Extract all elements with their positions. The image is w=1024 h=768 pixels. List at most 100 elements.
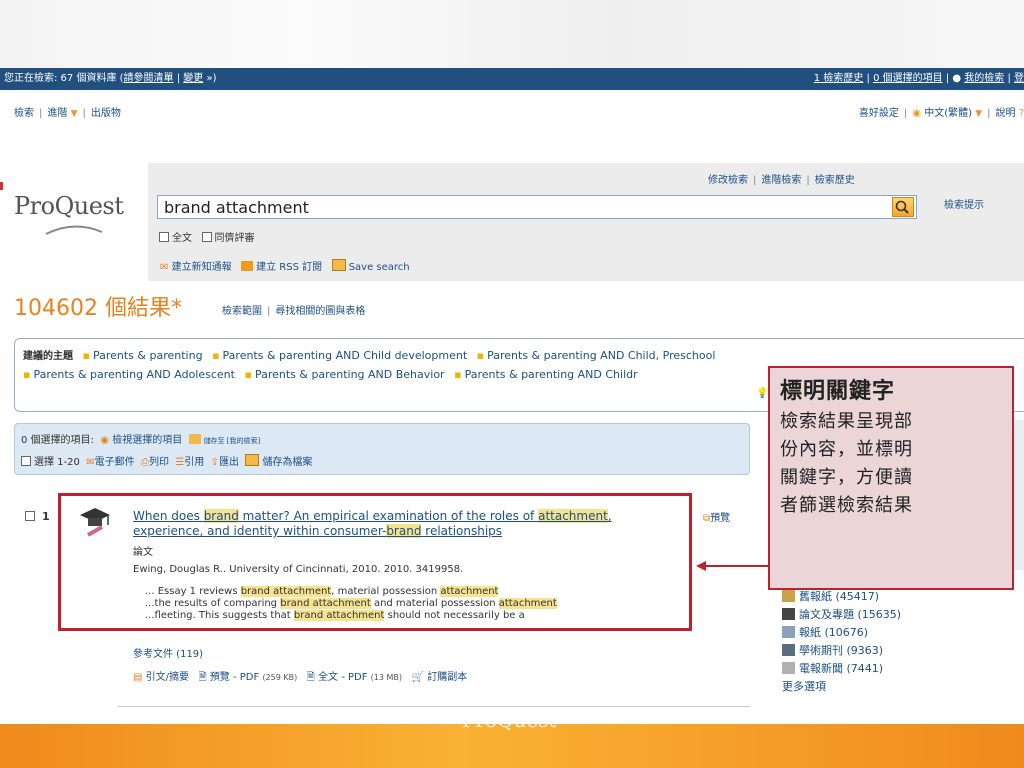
cite-icon: ☰ (175, 457, 185, 468)
logo-swoosh-icon (45, 225, 103, 235)
topic-link[interactable]: Parents & parenting AND Adolescent (33, 368, 235, 381)
language-select[interactable]: 中文(繁體) (924, 108, 972, 119)
topic-link[interactable]: Parents & parenting AND Behavior (255, 368, 445, 381)
advanced-search-link[interactable]: 進階檢索 (761, 175, 801, 186)
source-type-facets: 舊報紙 (45417) 論文及專題 (15635) 報紙 (10676) 學術期… (782, 588, 901, 696)
globe-icon: ◉ (912, 108, 922, 119)
search-tips-link[interactable]: 檢索提示 (944, 196, 984, 211)
save-search-link[interactable]: Save search (349, 262, 410, 273)
email-link[interactable]: 電子郵件 (95, 457, 135, 468)
annotation-frame (58, 493, 692, 631)
cite-link[interactable]: 引用 (184, 457, 204, 468)
citation-abstract-link[interactable]: 引文/摘要 (146, 672, 189, 683)
callout-line: 份內容，並標明 (780, 439, 913, 460)
topics-label: 建議的主題 (23, 351, 73, 362)
help-icon: ? (1018, 108, 1024, 119)
result-checkbox[interactable] (25, 511, 35, 521)
envelope-icon: ✉ (160, 262, 169, 273)
preferences-link[interactable]: 喜好設定 (859, 108, 899, 119)
eye-icon: ◉ (100, 435, 110, 446)
alert-links: ✉ 建立新知通報 建立 RSS 訂閱 Save search (160, 258, 410, 273)
user-icon: ● (952, 73, 962, 84)
top-status-bar: 您正在檢索: 67 個資料庫 (請參閱清單 | 變更 ») 1 檢索歷史 | 0… (0, 68, 1024, 90)
search-history-link[interactable]: 檢索歷史 (815, 175, 855, 186)
save-to-my-search-link[interactable]: 儲存至 [我的檢索] (204, 437, 261, 445)
top-right-links: 1 檢索歷史 | 0 個選擇的項目 | ● 我的檢索 | 登 (813, 73, 1024, 84)
change-databases-link[interactable]: 變更 (183, 73, 203, 84)
save-file-link[interactable]: 儲存為檔案 (262, 457, 312, 468)
save-icon (245, 454, 260, 466)
topic-link[interactable]: Parents & parenting AND Child developmen… (223, 349, 468, 362)
topic-link[interactable]: Parents & parenting (93, 349, 203, 362)
print-icon: ⎙ (140, 457, 149, 468)
my-search-link[interactable]: 我的檢索 (964, 73, 1004, 84)
order-copy-link[interactable]: 訂購副本 (427, 672, 467, 683)
journal-icon (782, 644, 795, 656)
facet-item[interactable]: 舊報紙 (45417) (782, 588, 901, 606)
slide-header-background (0, 0, 1024, 68)
search-history-link[interactable]: 1 檢索歷史 (814, 73, 864, 84)
database-list-link[interactable]: 請參閱清單 (124, 73, 174, 84)
full-text-pdf-link[interactable]: 全文 - PDF (318, 672, 367, 683)
more-options-link[interactable]: 更多選項 (782, 678, 901, 696)
annotation-callout: 標明關鍵字 檢索結果呈現部 份內容，並標明 關鍵字，方便讀 者篩選檢索結果 (768, 366, 1014, 590)
search-limits: 全文 同儕評審 (159, 229, 255, 244)
print-link[interactable]: 列印 (149, 457, 169, 468)
search-panel-links: 修改檢索 | 進階檢索 | 檢索歷史 (708, 175, 855, 186)
nav-search[interactable]: 檢索 (14, 108, 34, 119)
selected-items-link[interactable]: 0 個選擇的項目 (873, 73, 943, 84)
newspaper-icon (782, 626, 795, 638)
lightbulb-icon: 💡 (756, 388, 769, 399)
abstract-icon: ▤ (133, 672, 143, 683)
references-link[interactable]: 參考文件 (119) (133, 645, 203, 660)
results-links: 檢索範圍 | 尋找相關的圖與表格 (222, 306, 366, 317)
envelope-icon: ✉ (86, 457, 95, 468)
nav-advanced[interactable]: 進階 (47, 108, 67, 119)
callout-line: 檢索結果呈現部 (780, 411, 913, 432)
proquest-logo[interactable]: ProQuest (14, 192, 124, 220)
callout-line: 者篩選檢索結果 (780, 495, 913, 516)
select-range-checkbox[interactable] (21, 456, 31, 466)
callout-line: 關鍵字，方便讀 (780, 467, 913, 488)
wire-feed-icon (782, 662, 795, 674)
select-range-label: 選擇 1-20 (34, 457, 80, 468)
rss-icon (241, 261, 254, 271)
topic-link[interactable]: Parents & parenting AND Child, Preschool (487, 349, 715, 362)
search-button[interactable] (892, 197, 914, 217)
modify-search-link[interactable]: 修改檢索 (708, 175, 748, 186)
view-selected-link[interactable]: 檢視選擇的項目 (112, 435, 182, 446)
main-nav: 檢索 | 進階 ▼ | 出版物 喜好設定 | ◉ 中文(繁體) ▼ | 說明 ? (14, 108, 1024, 119)
create-rss-link[interactable]: 建立 RSS 訂閱 (256, 262, 322, 273)
preview-link[interactable]: ⧉預覽 (703, 509, 730, 524)
folder-icon (188, 434, 201, 444)
chevron-down-icon: ▼ (975, 109, 983, 119)
callout-title: 標明關鍵字 (780, 378, 896, 404)
pdf-preview-link[interactable]: 預覽 - PDF (210, 672, 259, 683)
search-input[interactable]: brand attachment (157, 195, 917, 219)
search-scope-link[interactable]: 檢索範圍 (222, 306, 262, 317)
database-status: 您正在檢索: 67 個資料庫 (請參閱清單 | 變更 ») (4, 73, 217, 84)
facet-item[interactable]: 論文及專題 (15635) (782, 606, 901, 624)
full-text-checkbox[interactable] (159, 232, 169, 242)
login-link[interactable]: 登 (1014, 73, 1024, 84)
callout-pointer (696, 561, 768, 571)
export-link[interactable]: 匯出 (219, 457, 239, 468)
help-link[interactable]: 說明 (996, 108, 1016, 119)
facet-item[interactable]: 學術期刊 (9363) (782, 642, 901, 660)
topic-link[interactable]: Parents & parenting AND Childr (465, 368, 638, 381)
peer-reviewed-checkbox[interactable] (201, 232, 212, 242)
result-number: 1 (42, 510, 50, 523)
facet-item[interactable]: 電報新聞 (7441) (782, 660, 901, 678)
selection-toolbar: 0 個選擇的項目: ◉ 檢視選擇的項目 儲存至 [我的檢索] 選擇 1-20 ✉… (14, 423, 750, 475)
results-count: 104602 個結果* (14, 296, 182, 321)
export-icon: ⇪ (210, 457, 220, 468)
dissertation-icon (782, 608, 795, 620)
create-alert-link[interactable]: 建立新知通報 (172, 262, 232, 273)
footer-logo: ProQuest (462, 708, 557, 732)
nav-publications[interactable]: 出版物 (91, 108, 121, 119)
facet-item[interactable]: 報紙 (10676) (782, 624, 901, 642)
save-icon (331, 259, 346, 271)
selected-count: 0 個選擇的項目: (21, 435, 94, 446)
search-icon (895, 200, 909, 214)
related-figures-link[interactable]: 尋找相關的圖與表格 (275, 306, 365, 317)
